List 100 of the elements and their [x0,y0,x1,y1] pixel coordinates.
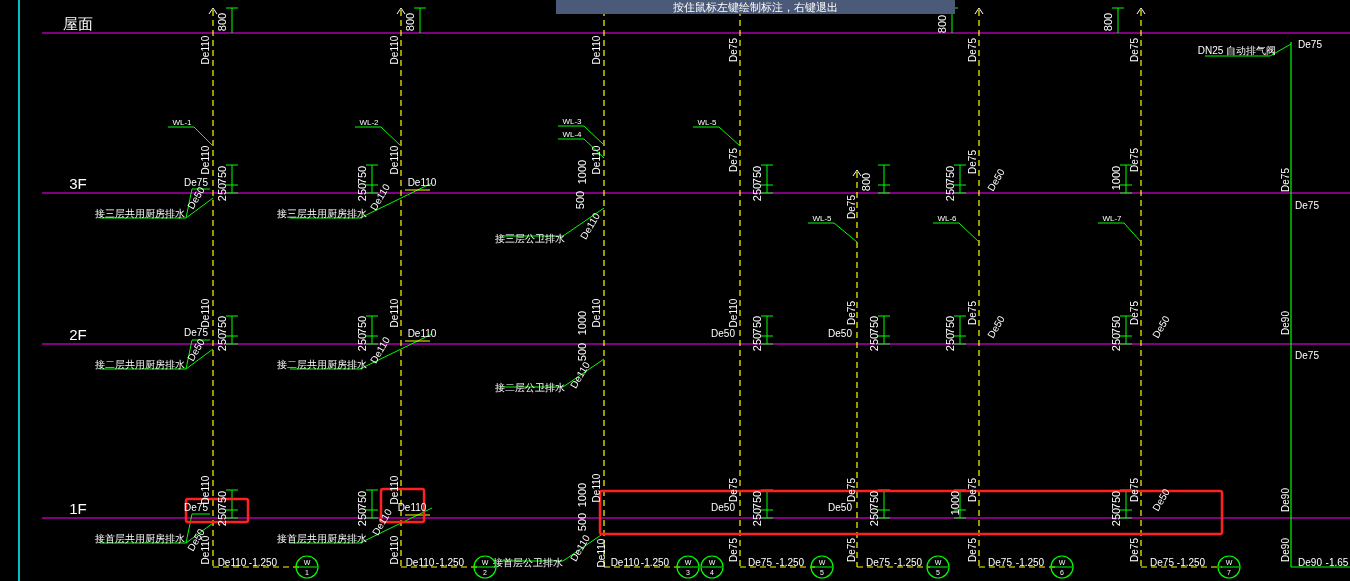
pipe-size-label: De50 [711,501,735,513]
dimension-text: 250 [356,332,368,352]
riser-tag: WL-3 [562,116,582,126]
pipe-size-label: De110 [388,145,400,175]
pipe-size-label: De75 [966,38,978,62]
dimension-text: 1000 [1110,165,1122,191]
pipe-size-label: De75 [845,478,857,502]
pipe-size-label: De75 [727,538,739,562]
pipe-size-label: De110 [217,556,247,568]
riser-tag: WL-5 [697,117,717,127]
pipe-size-label: De75 [727,148,739,172]
pipe-size-label: De75 [845,195,857,219]
drain-note: 接三层公卫排水 [495,232,565,244]
dimension-text: 250 [868,332,880,352]
pipe-size-label: De75 [966,150,978,174]
dimension-text: 750 [356,315,368,335]
tooltip: 按住鼠标左键绘制标注，右键退出 [556,0,955,14]
dimension-text: 1000 [576,159,588,185]
elevation-text: -1.250 [775,556,805,568]
pipe-size-label: De75 [1279,168,1291,192]
pipe-size-label: De110 [199,298,211,328]
drain-note: 接三层共用厨房排水 [95,207,185,219]
pipe-size-label: De75 [1128,538,1140,562]
elevation-text: -1.250 [893,556,923,568]
pipe-size-label: De75 [966,478,978,502]
pipe-size-label: De110 [405,556,435,568]
riser-tag: WL-4 [562,129,582,139]
elevation-text: -1.250 [1015,556,1045,568]
pipe-size-label: De75 [1150,556,1174,568]
drain-note: 接首层共用厨房排水 [95,532,185,544]
elevation-text: -1.250 [435,556,465,568]
floor-label: 1F [69,499,87,517]
riser-tag: WL-2 [359,117,379,127]
pipe-size-label: De50 [828,501,852,513]
dimension-text: 500 [576,512,588,532]
dimension-text: 250 [216,182,228,202]
pipe-size-label: De90 [1279,488,1291,512]
pipe-size-label: De110 [590,35,602,65]
pipe-size-label: De110 [610,556,640,568]
floor-label: 3F [69,174,87,192]
dimension-text: 250 [751,182,763,202]
pipe-size-label: De75 [1128,148,1140,172]
drain-note: 接首层共用厨房排水 [277,532,367,544]
dimension-text: 800 [216,12,228,32]
drain-note: DN25 自动排气阀 [1197,44,1277,56]
dimension-text: 250 [868,507,880,527]
pipe-size-label: De110 [199,145,211,175]
pipe-size-label: De50 [711,327,735,339]
elevation-text: -1.65 [1325,556,1349,568]
pipe-size-label: De90 [1298,556,1322,568]
pipe-size-label: De50 [828,327,852,339]
pipe-size-label: De110 [590,145,602,175]
drain-note: 接二层共用厨房排水 [95,358,185,370]
dimension-text: 750 [868,315,880,335]
drain-note: 接二层共用厨房排水 [277,358,367,370]
drain-note: 接三层共用厨房排水 [277,207,367,219]
dimension-text: 800 [860,172,872,192]
pipe-size-label: De90 [1279,311,1291,335]
drain-note: 接二层公卫排水 [495,381,565,393]
dimension-text: 800 [404,12,416,32]
pipe-size-label: De110 [199,35,211,65]
pipe-size-label: De75 [727,478,739,502]
pipe-size-label: De75 [1298,38,1322,50]
riser-tag: WL-7 [1102,213,1122,223]
pipe-size-label: De75 [1295,349,1319,361]
dimension-text: 250 [1110,507,1122,527]
dimension-text: 750 [751,315,763,335]
elevation-text: -1.250 [248,556,278,568]
pipe-size-label: De90 [1279,538,1291,562]
riser-tag: WL-1 [172,117,192,127]
dimension-text: 250 [356,507,368,527]
dimension-text: 800 [1102,12,1114,32]
pipe-size-label: De75 [966,538,978,562]
dimension-text: 750 [1110,315,1122,335]
dimension-text: 750 [356,165,368,185]
pipe-size-label: De110 [388,35,400,65]
dimension-text: 750 [868,490,880,510]
dimension-text: 500 [574,190,586,210]
pipe-size-label: De110 [388,475,400,505]
pipe-size-label: De110 [407,176,437,188]
dimension-text: 250 [751,507,763,527]
pipe-size-label: De75 [727,38,739,62]
dimension-text: 750 [216,315,228,335]
dimension-text: 250 [216,332,228,352]
pipe-size-label: De110 [595,538,607,568]
dimension-text: 800 [936,14,948,34]
dimension-text: 250 [751,332,763,352]
pipe-size-label: De75 [966,301,978,325]
pipe-size-label: De75 [1128,478,1140,502]
riser-tag: WL-5 [812,213,832,223]
pipe-size-label: De75 [866,556,890,568]
dimension-text: 250 [1110,332,1122,352]
elevation-text: -1.250 [1176,556,1206,568]
dimension-text: 1000 [949,490,961,516]
pipe-size-label: De75 [1128,301,1140,325]
pipe-size-label: De110 [388,298,400,328]
dimension-text: 750 [944,165,956,185]
pipe-size-label: De110 [590,298,602,328]
pipe-size-label: De75 [184,326,208,338]
floor-label: 屋面 [63,14,93,32]
